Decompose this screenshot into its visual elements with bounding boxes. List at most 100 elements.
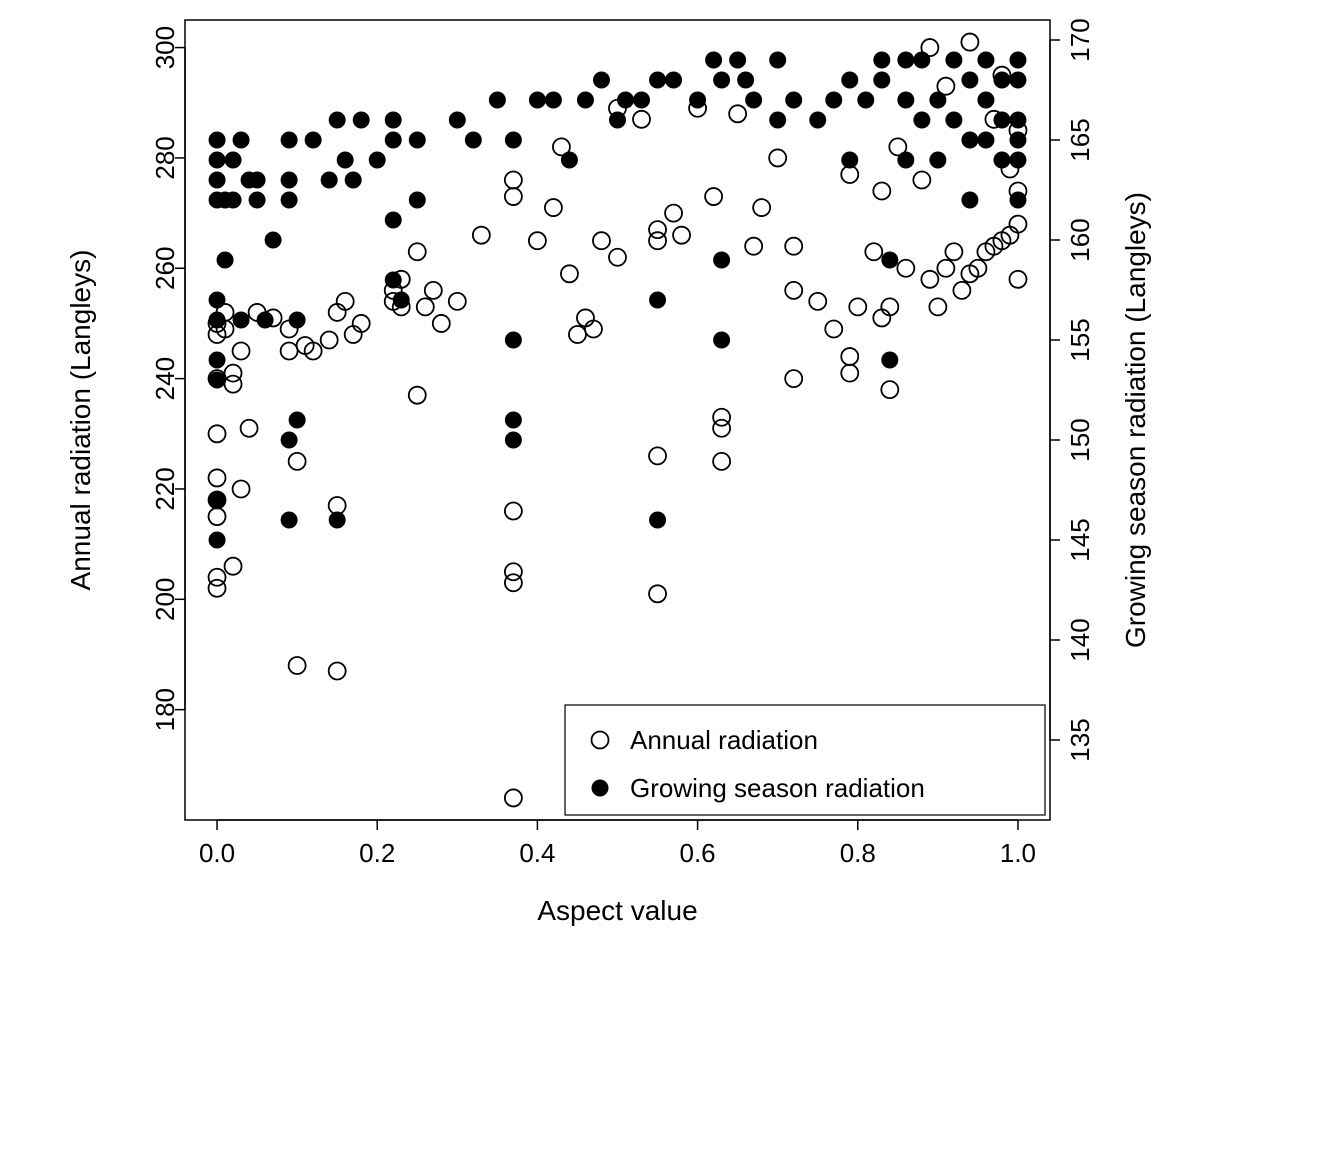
point-annual [329, 663, 346, 680]
point-growing-season [505, 412, 522, 429]
point-annual [529, 232, 546, 249]
point-annual [673, 227, 690, 244]
point-annual [881, 381, 898, 398]
point-growing-season [209, 532, 226, 549]
point-growing-season [449, 112, 466, 129]
y-right-tick-label: 140 [1065, 618, 1095, 661]
point-growing-season [873, 72, 890, 89]
legend-label: Annual radiation [630, 725, 818, 755]
point-growing-season [209, 292, 226, 309]
point-growing-season [945, 52, 962, 69]
point-annual [785, 282, 802, 299]
point-growing-season [305, 132, 322, 149]
point-growing-season [1009, 132, 1026, 149]
point-growing-season [897, 52, 914, 69]
point-annual [569, 326, 586, 343]
y-right-tick-label: 165 [1065, 118, 1095, 161]
point-growing-season [369, 152, 386, 169]
point-annual [425, 282, 442, 299]
point-annual [209, 469, 226, 486]
point-annual [849, 298, 866, 315]
point-annual [945, 243, 962, 260]
point-growing-season [489, 92, 506, 109]
point-annual [873, 183, 890, 200]
point-growing-season [385, 132, 402, 149]
point-annual [665, 205, 682, 222]
point-growing-season [281, 132, 298, 149]
point-growing-season [785, 92, 802, 109]
point-annual [505, 789, 522, 806]
point-annual [609, 249, 626, 266]
point-growing-season [1009, 112, 1026, 129]
point-annual [473, 227, 490, 244]
x-tick-label: 0.0 [199, 838, 235, 868]
point-annual [505, 574, 522, 591]
point-growing-season [209, 152, 226, 169]
point-annual [705, 188, 722, 205]
scatter-chart: 0.00.20.40.60.81.0Aspect value1802002202… [0, 0, 1344, 1152]
point-growing-season [897, 152, 914, 169]
point-growing-season [881, 352, 898, 369]
point-annual [505, 503, 522, 520]
y-right-tick-label: 155 [1065, 318, 1095, 361]
point-annual [337, 293, 354, 310]
point-growing-season [961, 132, 978, 149]
point-annual [409, 243, 426, 260]
point-growing-season [993, 152, 1010, 169]
point-growing-season [609, 112, 626, 129]
point-annual [921, 271, 938, 288]
point-growing-season [209, 372, 226, 389]
point-growing-season [329, 512, 346, 529]
point-growing-season [249, 192, 266, 209]
point-annual [769, 149, 786, 166]
legend-marker [592, 780, 609, 797]
point-annual [713, 420, 730, 437]
point-growing-season [385, 112, 402, 129]
point-growing-season [409, 192, 426, 209]
point-annual [329, 304, 346, 321]
point-annual [545, 199, 562, 216]
point-growing-season [337, 152, 354, 169]
point-growing-season [689, 92, 706, 109]
point-annual [353, 315, 370, 332]
point-growing-season [505, 432, 522, 449]
point-annual [241, 420, 258, 437]
point-growing-season [289, 312, 306, 329]
y-right-tick-label: 145 [1065, 518, 1095, 561]
point-growing-season [225, 192, 242, 209]
point-annual [209, 580, 226, 597]
point-growing-season [993, 112, 1010, 129]
point-annual [873, 309, 890, 326]
point-annual [929, 298, 946, 315]
point-growing-season [353, 112, 370, 129]
point-growing-season [1009, 192, 1026, 209]
legend-label: Growing season radiation [630, 773, 925, 803]
x-tick-label: 0.4 [519, 838, 555, 868]
point-growing-season [913, 52, 930, 69]
point-growing-season [345, 172, 362, 189]
point-growing-season [1009, 72, 1026, 89]
point-growing-season [289, 412, 306, 429]
point-annual [409, 387, 426, 404]
point-annual [209, 508, 226, 525]
point-growing-season [265, 232, 282, 249]
point-growing-season [649, 512, 666, 529]
point-growing-season [961, 72, 978, 89]
point-growing-season [881, 252, 898, 269]
point-annual [825, 320, 842, 337]
y-left-tick-label: 260 [150, 247, 180, 290]
point-growing-season [945, 112, 962, 129]
point-growing-season [209, 312, 226, 329]
point-annual [745, 238, 762, 255]
point-growing-season [561, 152, 578, 169]
point-growing-season [929, 152, 946, 169]
point-growing-season [281, 432, 298, 449]
point-annual [289, 657, 306, 674]
point-growing-season [209, 352, 226, 369]
point-annual [505, 172, 522, 189]
point-annual [841, 166, 858, 183]
point-growing-season [545, 92, 562, 109]
point-growing-season [993, 72, 1010, 89]
x-axis-label: Aspect value [537, 895, 697, 926]
point-annual [841, 365, 858, 382]
